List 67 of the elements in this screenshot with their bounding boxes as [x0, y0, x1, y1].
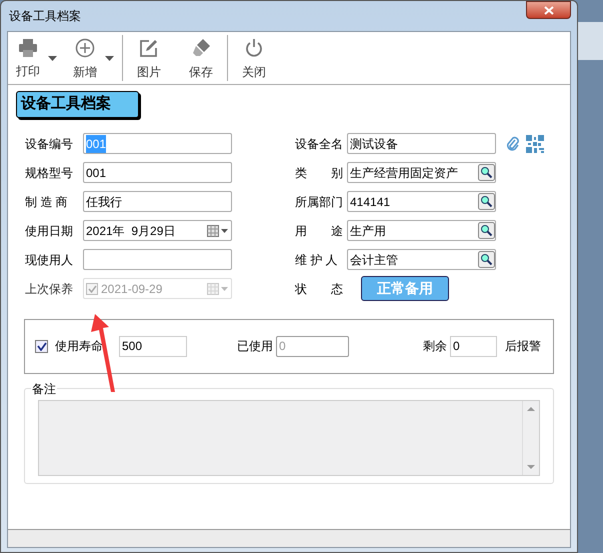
search-lookup-icon[interactable]: [478, 164, 495, 181]
field-value: 001: [86, 134, 106, 152]
checkbox[interactable]: [35, 340, 48, 352]
field-label: 设备编号: [25, 136, 74, 152]
calendar-dropdown-icon[interactable]: [207, 224, 229, 236]
lookup-field[interactable]: 生产经营用固定资产: [347, 162, 496, 183]
eraser-icon: [191, 38, 211, 58]
field-label: 状 态: [295, 280, 344, 298]
caret-icon: [48, 56, 57, 60]
lookup-field[interactable]: 会计主管: [347, 249, 496, 270]
text-field[interactable]: 001: [83, 162, 232, 183]
field-label: 现使用人: [25, 252, 74, 268]
field-value: 0: [453, 338, 460, 355]
search-lookup-icon[interactable]: [478, 222, 495, 239]
group-label: 备注: [31, 380, 57, 398]
field-label: 使用日期: [25, 222, 74, 240]
scroll-up-icon[interactable]: [527, 406, 535, 410]
field-label: 用 途: [295, 222, 344, 240]
toolbar-button[interactable]: 保存: [175, 32, 227, 84]
field-label: 后报警: [505, 338, 541, 355]
edit-icon: [139, 38, 159, 58]
window-title: 设备工具档案: [8, 8, 81, 25]
field-value: 2021-09-29: [101, 280, 162, 298]
power-icon: [244, 38, 264, 58]
text-field[interactable]: 500: [119, 336, 187, 356]
form-heading: 设备工具档案: [16, 91, 139, 118]
search-lookup-icon[interactable]: [478, 193, 495, 210]
field-value: 生产经营用固定资产: [350, 164, 458, 182]
toolbar-button[interactable]: 新增: [65, 32, 122, 84]
field-value: 414141: [350, 194, 390, 210]
paperclip-icon[interactable]: [506, 136, 520, 152]
toolbar-button[interactable]: 关闭: [228, 32, 280, 84]
field-value: 测试设备: [350, 136, 398, 152]
field-label: 所属部门: [295, 194, 344, 210]
plus-circle-icon: [75, 38, 95, 58]
field-label: 制 造 商: [25, 194, 69, 210]
field-value: 生产用: [350, 222, 386, 240]
field-label: 类 别: [295, 164, 344, 182]
field-label: 上次保养: [25, 280, 74, 298]
field-label: 规格型号: [25, 164, 74, 182]
field-value: 任我行: [86, 194, 122, 210]
text-field[interactable]: 任我行: [83, 191, 232, 212]
field-value: 500: [122, 338, 142, 355]
search-lookup-icon[interactable]: [478, 251, 495, 268]
caret-icon: [105, 56, 114, 60]
printer-icon: [18, 39, 38, 57]
field-label: 维 护 人: [295, 252, 339, 268]
toolbar-button[interactable]: 图片: [123, 32, 175, 84]
field-label: 已使用: [237, 338, 273, 355]
close-icon: [544, 6, 554, 14]
scroll-down-icon[interactable]: [527, 464, 535, 468]
field-value: 001: [86, 164, 106, 182]
qr-code-icon[interactable]: [526, 134, 544, 152]
toolbar-button[interactable]: 打印: [8, 32, 65, 84]
field-label: 使用寿命: [55, 338, 103, 355]
lookup-field[interactable]: 生产用: [347, 220, 496, 241]
field-value: 2021年 9月29日: [86, 222, 176, 240]
field-label: 剩余: [423, 338, 447, 355]
text-field[interactable]: [83, 249, 232, 270]
field-value: 会计主管: [350, 252, 398, 268]
text-field[interactable]: 0: [450, 336, 497, 356]
text-field[interactable]: 测试设备: [347, 133, 496, 154]
field-value: 0: [279, 338, 286, 355]
close-button[interactable]: [526, 1, 571, 19]
lookup-field[interactable]: 414141: [347, 191, 496, 212]
field-label: 设备全名: [295, 136, 344, 152]
date-field[interactable]: 2021年 9月29日: [83, 220, 232, 241]
